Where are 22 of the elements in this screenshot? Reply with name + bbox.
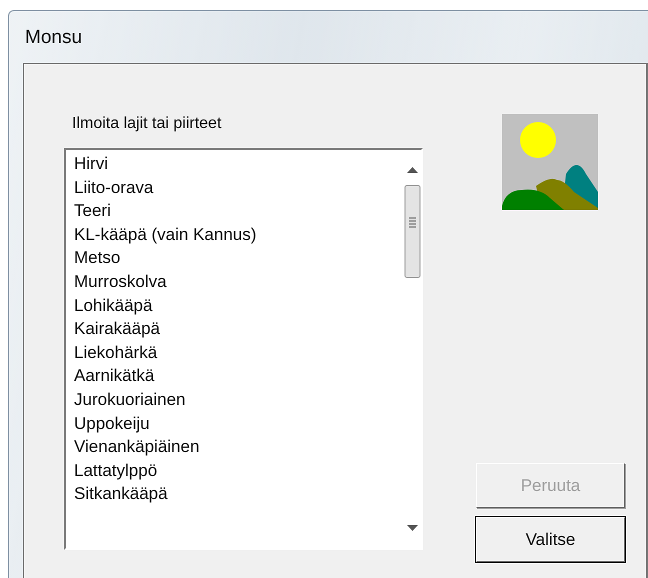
list-item[interactable]: Teeri	[74, 199, 111, 223]
list-item[interactable]: Metso	[74, 246, 120, 270]
species-list[interactable]: Hirvi Liito-orava Teeri KL-kääpä (vain Kannus) Metso Murroskolva Lohikääpä Kairakääpä Liekohärkä Aarnikätkä Jurokuoriainen Uppokeiju Vienankäpiäinen Lattatylppö Sitkankääpä	[64, 148, 423, 550]
list-item[interactable]: Aarnikätkä	[74, 364, 154, 388]
list-item[interactable]: Murroskolva	[74, 270, 167, 294]
list-item[interactable]: Uppokeiju	[74, 412, 150, 436]
list-item[interactable]: Liekohärkä	[74, 340, 158, 364]
list-item[interactable]: KL-kääpä (vain Kannus)	[74, 222, 256, 246]
list-label: Ilmoita lajit tai piirteet	[72, 114, 222, 134]
scroll-up-icon[interactable]	[407, 167, 418, 173]
list-item[interactable]: Vienankäpiäinen	[74, 435, 200, 459]
window-title: Monsu	[24, 26, 82, 50]
list-item[interactable]: Liito-orava	[74, 176, 154, 200]
select-button[interactable]: Valitse	[476, 517, 625, 562]
scroll-down-icon[interactable]	[407, 525, 418, 531]
list-item[interactable]: Jurokuoriainen	[74, 388, 186, 412]
list-item[interactable]: Kairakääpä	[74, 317, 160, 341]
list-item[interactable]: Sitkankääpä	[74, 482, 168, 506]
scrollbar-thumb[interactable]	[404, 185, 421, 278]
list-item[interactable]: Hirvi	[74, 152, 108, 176]
list-item[interactable]: Lattatylppö	[74, 458, 158, 482]
list-item[interactable]: Lohikääpä	[74, 294, 152, 318]
